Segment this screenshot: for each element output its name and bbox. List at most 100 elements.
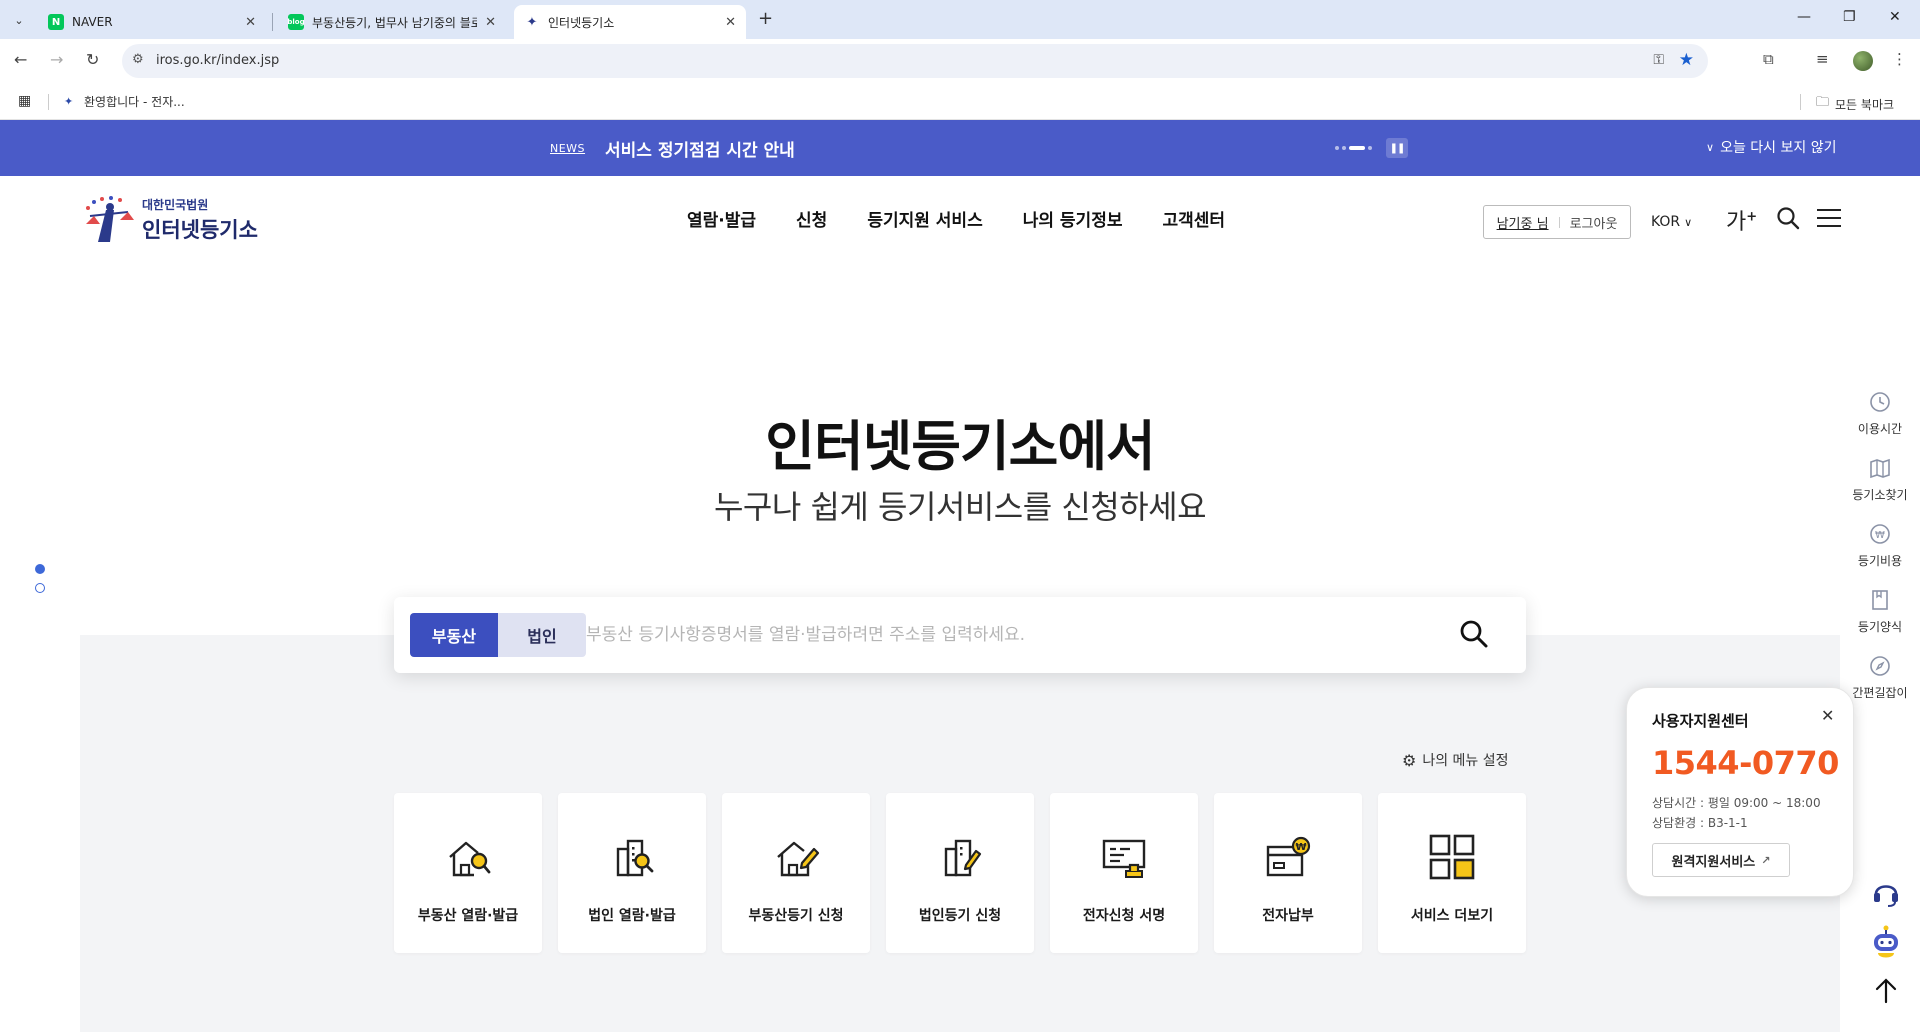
search-tab-corporation[interactable]: 법인 [498,613,586,657]
service-card-corporation-apply[interactable]: 법인등기 신청 [886,793,1034,953]
folder-icon: 🗀 [1816,95,1830,110]
map-icon [1868,456,1892,480]
nav-item-my-registry[interactable]: 나의 등기정보 [1023,206,1123,231]
news-dot[interactable] [1342,146,1346,150]
new-tab-button[interactable]: + [758,8,773,29]
close-icon[interactable]: ✕ [1821,706,1834,725]
quick-label: 간편길잡이 [1852,686,1908,700]
svg-text:₩: ₩ [1295,842,1306,853]
dismiss-today-button[interactable]: ∨ 오늘 다시 보지 않기 [1706,137,1836,157]
chevron-down-icon: ∨ [1706,140,1715,154]
quick-item-forms[interactable]: 등기양식 [1848,588,1912,654]
browser-tab-blog[interactable]: blog 부동산등기, 법무사 남기중의 블로그 ✕ [278,5,506,39]
minimize-icon[interactable]: — [1797,9,1811,25]
section-dot-active[interactable] [35,564,45,574]
restore-icon[interactable]: ❐ [1843,9,1856,25]
grid-more-icon [1429,834,1475,880]
news-pagination [1335,146,1372,150]
browser-menu-icon[interactable]: ⋮ [1892,50,1907,68]
building-pen-icon [944,839,982,877]
chatbot-icon[interactable] [1869,925,1903,961]
support-title: 사용자지원센터 [1652,712,1749,730]
all-bookmarks-label: 모든 북마크 [1835,97,1895,112]
service-card-e-sign[interactable]: 전자신청 서명 [1050,793,1198,953]
search-tab-real-estate[interactable]: 부동산 [410,613,498,657]
tab-title: NAVER [72,15,113,29]
support-phone: 1544-0770 [1652,744,1839,782]
language-label: KOR [1651,214,1681,230]
iros-icon: ✦ [64,94,74,108]
extensions-icon[interactable]: ⧉ [1763,50,1774,68]
quick-item-find-office[interactable]: 등기소찾기 [1848,456,1912,522]
nav-item-view-issue[interactable]: 열람·발급 [687,206,756,231]
address-search-input[interactable] [586,615,1426,655]
browser-tab-iros[interactable]: ✦ 인터넷등기소 ✕ [514,5,746,39]
all-bookmarks-button[interactable]: 🗀 모든 북마크 [1816,93,1894,115]
address-bar[interactable]: ⚙ iros.go.kr/index.jsp ⚿ ★ [122,44,1708,78]
logo-subtitle: 대한민국법원 [142,198,209,212]
news-dot[interactable] [1368,146,1372,150]
remote-support-label: 원격지원서비스 [1671,854,1756,870]
site-info-icon[interactable]: ⚙ [132,52,144,67]
quick-item-cost[interactable]: ₩ 등기비용 [1848,522,1912,588]
service-card-real-estate-apply[interactable]: 부동산등기 신청 [722,793,870,953]
service-card-real-estate-view[interactable]: 부동산 열람·발급 [394,793,542,953]
building-search-icon [616,839,654,877]
service-card-e-payment[interactable]: ₩ 전자납부 [1214,793,1362,953]
service-label: 부동산 열람·발급 [417,908,519,924]
card-payment-icon: ₩ [1266,836,1311,877]
nav-item-support-services[interactable]: 등기지원 서비스 [867,206,982,231]
font-size-button[interactable]: 가+ [1726,204,1757,236]
clock-icon [1868,390,1892,414]
search-icon[interactable] [1776,206,1800,230]
document-sign-icon [1102,839,1146,878]
bookmark-item[interactable]: ✦ 환영합니다 - 전자... [64,93,185,110]
remote-support-button[interactable]: 원격지원서비스 ↗ [1652,843,1790,877]
language-selector[interactable]: KOR ∨ [1651,214,1692,230]
browser-tab-naver[interactable]: N NAVER ✕ [38,5,266,39]
headset-icon[interactable] [1872,878,1900,908]
news-link[interactable]: 서비스 정기점검 시간 안내 [605,136,795,161]
quick-label: 등기비용 [1857,554,1903,568]
window-close-icon[interactable]: ✕ [1889,9,1901,25]
reload-icon[interactable]: ↻ [86,50,99,69]
user-name-link[interactable]: 남기중 님 [1497,213,1549,232]
my-menu-settings-button[interactable]: ⚙ 나의 메뉴 설정 [1402,750,1509,770]
close-icon[interactable]: ✕ [725,15,736,30]
service-card-corporation-view[interactable]: 법인 열람·발급 [558,793,706,953]
search-submit-icon[interactable] [1459,619,1489,649]
bookmark-divider [48,94,49,110]
hero-subtitle: 누구나 쉽게 등기서비스를 신청하세요 [713,488,1207,526]
news-dot-active[interactable] [1349,146,1365,150]
pause-icon[interactable]: ❚❚ [1386,138,1408,158]
quick-item-hours[interactable]: 이용시간 [1848,390,1912,456]
hamburger-menu-icon[interactable] [1817,209,1841,229]
bookmark-label: 환영합니다 - 전자... [84,95,185,109]
section-pagination [35,564,45,602]
site-logo[interactable]: 대한민국법원 인터넷등기소 [80,194,258,246]
nav-item-apply[interactable]: 신청 [796,206,827,231]
support-environment: 상담환경 : B3-1-1 [1652,816,1748,830]
nav-item-customer-center[interactable]: 고객센터 [1162,206,1225,231]
forward-icon[interactable]: → [50,50,63,69]
service-card-more[interactable]: 서비스 더보기 [1378,793,1526,953]
tab-title: 인터넷등기소 [548,15,615,30]
password-key-icon[interactable]: ⚿ [1653,52,1664,68]
logout-button[interactable]: 로그아웃 [1570,213,1618,232]
browser-tab-strip: ⌄ N NAVER ✕ blog 부동산등기, 법무사 남기중의 블로그 ✕ ✦… [0,0,1920,39]
back-icon[interactable]: ← [14,50,27,69]
apps-grid-icon[interactable]: ▦ [18,93,31,109]
close-icon[interactable]: ✕ [245,15,256,30]
section-dot[interactable] [35,583,45,593]
media-control-icon[interactable]: ≡ [1816,50,1829,68]
service-label: 부동산등기 신청 [748,908,844,924]
url-text: iros.go.kr/index.jsp [156,53,280,68]
close-icon[interactable]: ✕ [485,15,496,30]
profile-avatar[interactable] [1853,51,1873,71]
quick-item-guide[interactable]: 간편길잡이 [1848,654,1912,720]
service-label: 전자신청 서명 [1082,908,1166,924]
news-dot[interactable] [1335,146,1339,150]
bookmark-star-icon[interactable]: ★ [1679,50,1694,70]
tab-search-button[interactable]: ⌄ [8,9,30,31]
scroll-top-icon[interactable] [1874,978,1898,1004]
